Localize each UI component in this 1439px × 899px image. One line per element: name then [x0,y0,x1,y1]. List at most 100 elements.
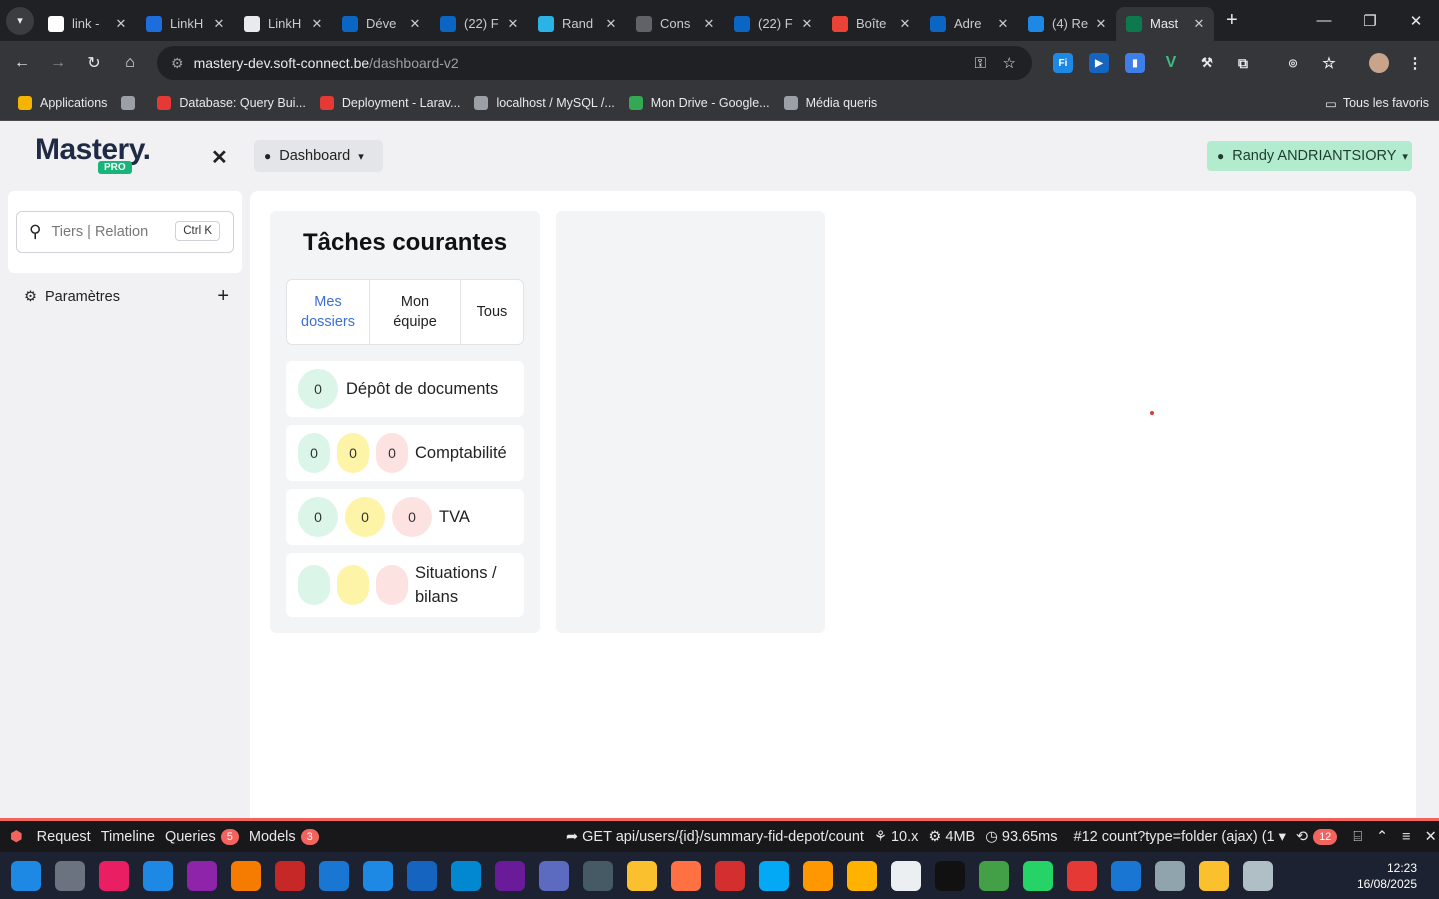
browser-tab[interactable]: (22) F ✕ [430,7,528,41]
app-logo[interactable]: Mastery. [35,133,151,167]
taskbar-app-icon[interactable] [935,860,965,891]
taskbar-app-icon[interactable] [803,860,833,891]
close-tab-icon[interactable]: ✕ [308,16,326,32]
close-sidebar-icon[interactable]: ✕ [211,145,228,170]
browser-tab[interactable]: LinkH ✕ [234,7,332,41]
password-key-icon[interactable]: ⚿ [975,55,986,72]
dashboard-dropdown[interactable]: ● Dashboard ▾ [254,140,383,172]
taskbar-app-icon[interactable] [847,860,877,891]
extension-blue-icon[interactable]: ▶ [1089,53,1109,73]
chevron-down-icon[interactable]: ▾ [1279,829,1286,845]
taskbar-app-icon[interactable] [1067,860,1097,891]
task-row-depot[interactable]: 0 Dépôt de documents [286,361,524,417]
taskbar-app-icon[interactable] [55,860,85,891]
taskbar-app-icon[interactable] [671,860,701,891]
taskbar-app-icon[interactable] [891,860,921,891]
browser-tab[interactable]: Rand ✕ [528,7,626,41]
debug-tab-queries[interactable]: Queries 5 [165,828,239,845]
browser-tab[interactable]: Adre ✕ [920,7,1018,41]
user-menu-button[interactable]: ● Randy ANDRIANTSIORY ▾ [1207,141,1412,171]
sidebar-item-parametres[interactable]: ⚙ Paramètres + [24,285,229,308]
taskbar-app-icon[interactable] [583,860,613,891]
debug-ajax-select[interactable]: #12 count?type=folder (ajax) (1 [1074,829,1275,845]
extension-vue-icon[interactable]: V [1161,53,1181,73]
history-icon[interactable]: ⟲ [1296,829,1308,845]
browser-tab[interactable]: LinkH ✕ [136,7,234,41]
taskbar-app-icon[interactable] [627,860,657,891]
close-tab-icon[interactable]: ✕ [700,16,718,32]
tab-search-icon[interactable]: ▾ [6,6,34,35]
address-bar[interactable]: ⚙ mastery-dev.soft-connect.be/dashboard-… [157,46,1032,80]
bookmark-item[interactable]: Deployment - Larav... [319,95,460,110]
taskbar-app-icon[interactable] [1199,860,1229,891]
bookmark-item[interactable]: Mon Drive - Google... [628,95,770,110]
close-tab-icon[interactable]: ✕ [504,16,522,32]
bookmark-item[interactable] [121,95,143,110]
bookmark-item[interactable]: Database: Query Bui... [157,95,306,110]
taskbar-app-icon[interactable] [495,860,525,891]
browser-tab[interactable]: Cons ✕ [626,7,724,41]
browser-menu-icon[interactable]: ⋮ [1405,53,1425,73]
taskbar-app-icon[interactable] [539,860,569,891]
home-icon[interactable]: ⌂ [112,54,148,72]
favorites-icon[interactable]: ☆ [1319,53,1339,73]
task-row-comptabilite[interactable]: 0 0 0 Comptabilité [286,425,524,481]
taskbar-app-icon[interactable] [187,860,217,891]
close-tab-icon[interactable]: ✕ [406,16,424,32]
extension-doc-icon[interactable]: ▮ [1125,53,1145,73]
bookmark-star-icon[interactable]: ☆ [1003,54,1016,72]
browser-tab[interactable]: link - ✕ [38,7,136,41]
extension-fi-icon[interactable]: Fi [1053,53,1073,73]
minimize-icon[interactable]: — [1301,12,1347,29]
new-tab-button[interactable]: + [1226,9,1238,32]
taskbar-app-icon[interactable] [231,860,261,891]
taskbar-app-icon[interactable] [1111,860,1141,891]
taskbar-app-icon[interactable] [407,860,437,891]
close-tab-icon[interactable]: ✕ [798,16,816,32]
screenshot-icon[interactable]: ◎ [1283,53,1303,73]
bookmark-item[interactable]: Média queris [783,95,877,110]
tab-mon-equipe[interactable]: Mon équipe [370,280,461,344]
page-scrollbar[interactable] [1431,121,1439,818]
close-window-icon[interactable]: ✕ [1393,12,1439,30]
bookmark-item[interactable]: localhost / MySQL /... [474,95,615,110]
bookmark-item[interactable]: Applications [18,95,107,110]
taskbar-app-icon[interactable] [1243,860,1273,891]
close-tab-icon[interactable]: ✕ [112,16,130,32]
system-clock[interactable]: 12:23 16/08/2025 [1357,860,1417,892]
search-input[interactable]: ⚲ Tiers | Relation Ctrl K [16,211,234,253]
taskbar-app-icon[interactable] [99,860,129,891]
task-row-situations[interactable]: Situations / bilans [286,553,524,617]
browser-tab[interactable]: Boîte ✕ [822,7,920,41]
taskbar-app-icon[interactable] [759,860,789,891]
open-folder-icon[interactable]: ⌸ [1353,829,1362,845]
laravel-logo-icon[interactable]: ⬢ [10,829,23,845]
forward-icon[interactable]: → [40,54,76,72]
close-tab-icon[interactable]: ✕ [1190,16,1208,32]
close-tab-icon[interactable]: ✕ [994,16,1012,32]
back-icon[interactable]: ← [4,54,40,72]
close-tab-icon[interactable]: ✕ [1092,16,1110,32]
taskbar-app-icon[interactable] [143,860,173,891]
maximize-icon[interactable]: ❐ [1347,12,1393,30]
settings-sliders-icon[interactable]: ≡ [1402,829,1410,845]
chevron-up-icon[interactable]: ⌃ [1376,829,1388,845]
taskbar-app-icon[interactable] [979,860,1009,891]
site-info-icon[interactable]: ⚙ [171,55,184,72]
taskbar-app-icon[interactable] [11,860,41,891]
all-bookmarks[interactable]: ▭ Tous les favoris [1325,85,1429,121]
browser-tab[interactable]: (4) Re ✕ [1018,7,1116,41]
browser-tab[interactable]: Déve ✕ [332,7,430,41]
debug-tab-timeline[interactable]: Timeline [101,829,155,845]
tab-tous[interactable]: Tous [461,280,523,344]
extensions-puzzle-icon[interactable]: ⧉ [1233,53,1253,73]
profile-avatar[interactable] [1369,53,1389,73]
reload-icon[interactable]: ↻ [76,53,112,73]
taskbar-app-icon[interactable] [451,860,481,891]
debug-tab-models[interactable]: Models 3 [249,828,319,845]
taskbar-app-icon[interactable] [319,860,349,891]
taskbar-app-icon[interactable] [275,860,305,891]
debug-tab-request[interactable]: Request [37,829,91,845]
close-tab-icon[interactable]: ✕ [602,16,620,32]
taskbar-app-icon[interactable] [363,860,393,891]
